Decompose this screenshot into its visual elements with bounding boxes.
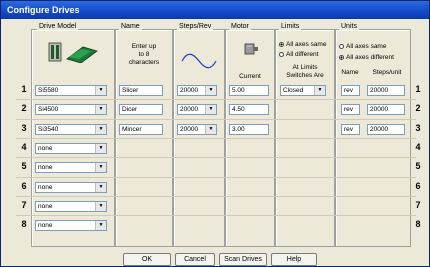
row-number-right: 1: [415, 84, 421, 94]
steps-rev-value: 20000: [180, 106, 199, 113]
steps-rev-value: 20000: [180, 87, 199, 94]
chevron-down-icon: ▼: [205, 125, 216, 134]
drive-model-select[interactable]: none ▼: [35, 182, 107, 193]
configure-drives-window: Configure Drives Drive Model Name Steps/…: [0, 0, 430, 267]
name-hint-2: to 8: [138, 51, 150, 58]
scan-drives-button[interactable]: Scan Drives: [219, 253, 267, 266]
limits-switch-label-2: Switches Are: [286, 72, 324, 79]
current-label: Current: [239, 73, 261, 80]
row-divider: [16, 215, 416, 216]
name-hint-3: characters: [128, 59, 160, 66]
steps-rev-value: 20000: [180, 126, 199, 133]
units-label: Units: [339, 23, 359, 30]
limits-all-same-radio[interactable]: All axes same: [279, 41, 326, 49]
help-button[interactable]: Help: [271, 253, 317, 266]
steps-label: Steps/Rev: [177, 23, 214, 30]
drive-model-value: none: [38, 164, 53, 171]
motor-current-input[interactable]: 4.50: [229, 104, 269, 115]
drive-model-value: none: [38, 184, 53, 191]
limits-label: Limits: [279, 23, 302, 30]
chevron-down-icon: ▼: [95, 86, 106, 95]
units-all-different-radio[interactable]: All axes different: [339, 54, 394, 62]
chevron-down-icon: ▼: [95, 202, 106, 211]
drive-model-value: none: [38, 145, 53, 152]
steps-rev-select[interactable]: 20000 ▼: [177, 104, 217, 115]
row-divider: [16, 138, 416, 139]
drive-model-value: Si5580: [38, 87, 59, 94]
drive-model-select[interactable]: none ▼: [35, 143, 107, 154]
row-number-left: 5: [21, 161, 27, 171]
cancel-button[interactable]: Cancel: [175, 253, 215, 266]
chevron-down-icon: ▼: [95, 125, 106, 134]
row-number-left: 3: [21, 123, 27, 133]
row-number-right: 8: [415, 219, 421, 229]
drive-model-select[interactable]: none ▼: [35, 201, 107, 212]
steps-rev-select[interactable]: 20000 ▼: [177, 85, 217, 96]
row-divider: [16, 196, 416, 197]
units-name-header: Name: [341, 69, 359, 76]
drive-model-label: Drive Model: [37, 23, 79, 30]
drive-icon: [48, 42, 98, 63]
units-all-same-radio[interactable]: All axes same: [339, 43, 386, 51]
drive-model-select[interactable]: Si3540 ▼: [35, 124, 107, 135]
drive-model-select[interactable]: Si5580 ▼: [35, 85, 107, 96]
drive-model-select[interactable]: Si4500 ▼: [35, 104, 107, 115]
row-number-right: 7: [415, 200, 421, 210]
steps-rev-select[interactable]: 20000 ▼: [177, 124, 217, 135]
row-number-right: 4: [415, 142, 421, 152]
chevron-down-icon: ▼: [95, 144, 106, 153]
row-number-left: 2: [21, 103, 27, 113]
drive-model-value: none: [38, 203, 53, 210]
row-divider: [16, 119, 416, 120]
sine-wave-icon: [181, 53, 217, 69]
drive-model-select[interactable]: none ▼: [35, 162, 107, 173]
row-divider: [16, 99, 416, 100]
drive-model-value: Si3540: [38, 126, 59, 133]
limits-all-different-radio[interactable]: All different: [279, 51, 318, 59]
drive-model-value: Si4500: [38, 106, 59, 113]
units-steps-header: Steps/unit: [372, 69, 402, 76]
motor-icon: [244, 43, 258, 55]
row-number-right: 5: [415, 161, 421, 171]
unit-name-input[interactable]: rev: [341, 104, 360, 115]
row-number-left: 1: [21, 84, 27, 94]
steps-per-unit-input[interactable]: 20000: [367, 85, 405, 96]
ok-button[interactable]: OK: [123, 253, 171, 266]
axis-name-input[interactable]: Slicer: [119, 85, 163, 96]
row-divider: [16, 157, 416, 158]
row-number-left: 6: [21, 181, 27, 191]
row-number-right: 3: [415, 123, 421, 133]
chevron-down-icon: ▼: [95, 221, 106, 230]
unit-name-input[interactable]: rev: [341, 85, 360, 96]
drive-model-select[interactable]: none ▼: [35, 220, 107, 231]
axis-name-input[interactable]: Mincer: [119, 124, 163, 135]
limits-switch-value: Closed: [283, 87, 304, 94]
chevron-down-icon: ▼: [314, 86, 325, 95]
chevron-down-icon: ▼: [95, 105, 106, 114]
limits-switch-select[interactable]: Closed ▼: [280, 85, 326, 96]
drive-model-value: none: [38, 222, 53, 229]
axis-name-input[interactable]: Dicer: [119, 104, 163, 115]
window-title: Configure Drives: [1, 1, 429, 19]
row-number-left: 8: [21, 219, 27, 229]
steps-per-unit-input[interactable]: 20000: [367, 104, 405, 115]
name-label: Name: [119, 23, 142, 30]
steps-per-unit-input[interactable]: 20000: [367, 124, 405, 135]
limits-switch-label-1: At Limits: [292, 64, 318, 71]
row-number-left: 7: [21, 200, 27, 210]
row-number-right: 6: [415, 181, 421, 191]
chevron-down-icon: ▼: [95, 183, 106, 192]
chevron-down-icon: ▼: [205, 105, 216, 114]
motor-current-input[interactable]: 5.00: [229, 85, 269, 96]
motor-current-input[interactable]: 3.00: [229, 124, 269, 135]
motor-label: Motor: [229, 23, 251, 30]
name-hint-1: Enter up: [131, 43, 157, 50]
row-divider: [16, 177, 416, 178]
chevron-down-icon: ▼: [205, 86, 216, 95]
unit-name-input[interactable]: rev: [341, 124, 360, 135]
row-number-right: 2: [415, 103, 421, 113]
chevron-down-icon: ▼: [95, 163, 106, 172]
row-number-left: 4: [21, 142, 27, 152]
